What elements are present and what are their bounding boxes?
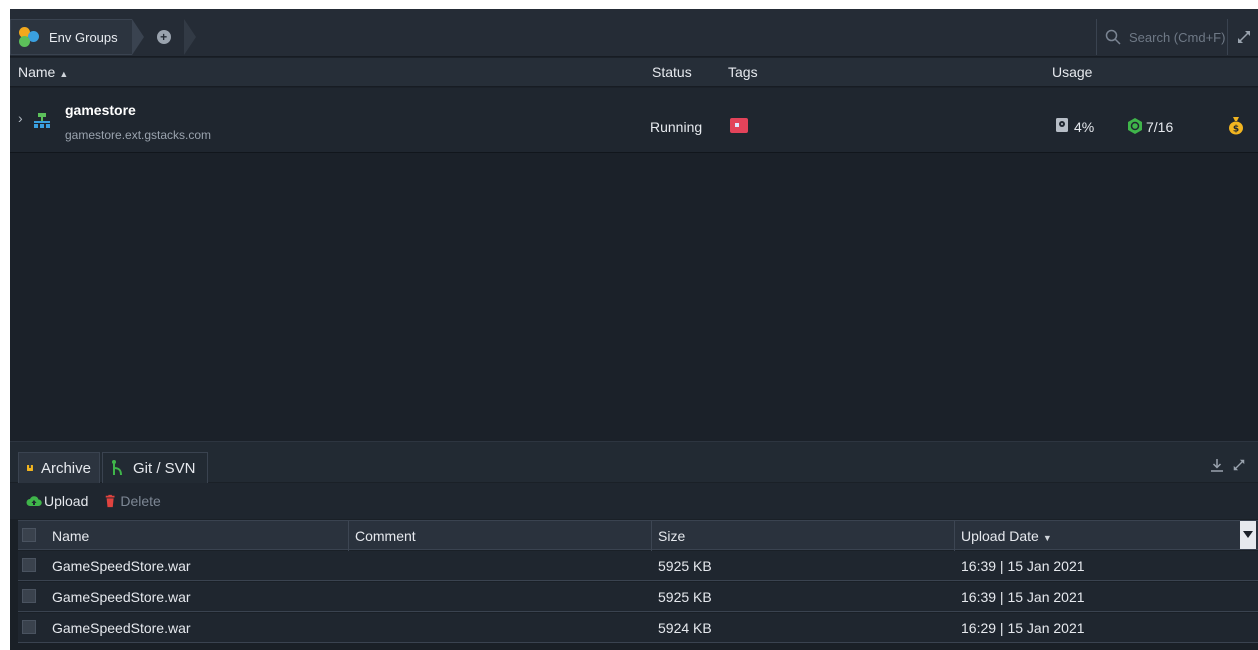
files-table-header: Name Comment Size Upload Date ▼ <box>18 520 1258 551</box>
environment-domain[interactable]: gamestore.ext.gstacks.com <box>65 128 211 142</box>
delete-button[interactable]: Delete <box>104 493 161 509</box>
sort-ascending-icon: ▲ <box>59 69 69 79</box>
file-upload-date: 16:39 | 15 Jan 2021 <box>961 589 1085 605</box>
file-size: 5925 KB <box>658 558 712 574</box>
upload-label: Upload <box>44 493 89 509</box>
column-separator <box>954 521 955 551</box>
search-input[interactable] <box>1129 29 1225 45</box>
app-window: Env Groups + Name▲ Status Tags U <box>10 9 1258 650</box>
file-size: 5924 KB <box>658 620 712 636</box>
cloudlet-icon <box>1128 118 1142 134</box>
upload-cloud-icon <box>26 496 42 506</box>
panel-tools <box>1210 458 1246 472</box>
table-row[interactable]: GameSpeedStore.war 5925 KB 16:39 | 15 Ja… <box>18 582 1258 612</box>
trash-icon <box>106 494 115 508</box>
environment-row[interactable]: › gamestore gamestore.ext.gstacks.com Ru… <box>10 88 1258 153</box>
row-checkbox[interactable] <box>22 589 36 603</box>
plus-circle-icon: + <box>156 30 171 44</box>
column-header-status[interactable]: Status <box>652 64 692 80</box>
tab-archive[interactable]: Archive <box>18 452 100 483</box>
sort-descending-icon: ▼ <box>1042 533 1052 543</box>
expand-icon[interactable] <box>1236 29 1252 45</box>
breadcrumb-env-groups[interactable]: Env Groups <box>10 19 132 55</box>
search-icon <box>1105 29 1121 45</box>
column-header-upload-date[interactable]: Upload Date ▼ <box>961 528 1052 544</box>
environment-topology-icon <box>34 113 50 128</box>
column-header-size[interactable]: Size <box>658 528 685 544</box>
top-toolbar: Env Groups + <box>10 9 1258 57</box>
row-checkbox[interactable] <box>22 620 36 634</box>
environment-status: Running <box>650 119 703 135</box>
column-separator <box>348 521 349 551</box>
breadcrumb-label: Env Groups <box>49 29 118 45</box>
breadcrumb-separator <box>131 19 144 55</box>
file-upload-date: 16:29 | 15 Jan 2021 <box>961 620 1085 636</box>
row-checkbox[interactable] <box>22 558 36 572</box>
column-menu-dropdown-icon[interactable] <box>1240 521 1256 549</box>
environment-list-empty-area <box>10 154 1258 441</box>
file-name: GameSpeedStore.war <box>52 558 191 574</box>
delete-label: Delete <box>120 493 161 509</box>
column-header-file-name[interactable]: Name <box>52 528 89 544</box>
panel-tabbar: Archive Git / SVN <box>10 442 1258 483</box>
select-all-checkbox[interactable] <box>22 528 36 542</box>
breadcrumb: Env Groups + <box>10 19 196 55</box>
flag-tag-icon[interactable] <box>730 118 748 133</box>
file-name: GameSpeedStore.war <box>52 589 191 605</box>
cloudlets-value: 7/16 <box>1146 119 1174 135</box>
archive-icon <box>27 465 33 471</box>
env-groups-icon <box>19 27 41 47</box>
environment-list-header: Name ▲ Status Tags Usage <box>10 58 1258 87</box>
file-name: GameSpeedStore.war <box>52 620 191 636</box>
disk-usage-value: 4% <box>1074 119 1095 135</box>
column-header-tags[interactable]: Tags <box>728 64 758 80</box>
tab-archive-label: Archive <box>40 459 91 477</box>
search-box[interactable] <box>1096 19 1228 55</box>
tab-git-svn-label: Git / SVN <box>133 459 196 477</box>
expand-icon[interactable] <box>1232 458 1246 472</box>
svg-text:$: $ <box>1233 125 1239 135</box>
disk-icon <box>1056 118 1068 132</box>
table-row[interactable]: GameSpeedStore.war 5924 KB 16:29 | 15 Ja… <box>18 613 1258 643</box>
table-row[interactable]: GameSpeedStore.war 5925 KB 16:39 | 15 Ja… <box>18 551 1258 581</box>
tab-git-svn[interactable]: Git / SVN <box>102 452 208 483</box>
panel-actions: Upload Delete <box>10 483 1258 519</box>
column-header-name-label: Name <box>18 64 56 80</box>
upload-button[interactable]: Upload <box>26 493 88 509</box>
column-header-name[interactable]: Name ▲ <box>18 64 68 80</box>
column-header-comment[interactable]: Comment <box>355 528 416 544</box>
money-bag-icon[interactable]: $ <box>1228 115 1244 135</box>
column-header-usage[interactable]: Usage <box>1052 64 1092 80</box>
deployment-manager-panel: Archive Git / SVN Upload Delete Name Com… <box>10 441 1258 650</box>
file-size: 5925 KB <box>658 589 712 605</box>
environment-name[interactable]: gamestore <box>65 102 136 118</box>
download-icon[interactable] <box>1210 458 1224 472</box>
file-upload-date: 16:39 | 15 Jan 2021 <box>961 558 1085 574</box>
column-header-upload-date-label: Upload Date <box>961 528 1039 544</box>
add-group-button[interactable]: + <box>144 19 184 55</box>
chevron-right-icon[interactable]: › <box>18 110 23 126</box>
git-icon <box>112 460 122 476</box>
column-separator <box>651 521 652 551</box>
breadcrumb-separator <box>183 19 196 55</box>
